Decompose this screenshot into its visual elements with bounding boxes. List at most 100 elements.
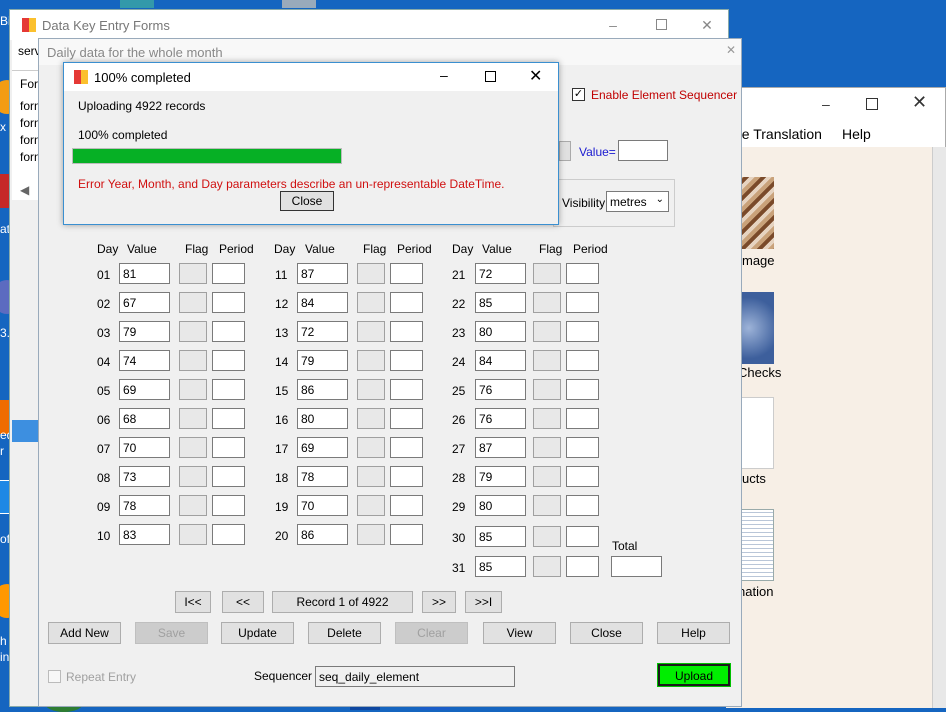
flag-input[interactable]	[179, 379, 207, 400]
period-input[interactable]	[212, 408, 245, 429]
add-new-button[interactable]: Add New	[48, 622, 121, 644]
flag-input[interactable]	[357, 524, 385, 545]
dialog-close-button[interactable]: Close	[280, 191, 334, 211]
value-input[interactable]: 80	[297, 408, 348, 429]
period-input[interactable]	[390, 292, 423, 313]
flag-input[interactable]	[357, 408, 385, 429]
value-input[interactable]: 70	[297, 495, 348, 516]
flag-input[interactable]	[179, 350, 207, 371]
period-input[interactable]	[566, 379, 599, 400]
value-input[interactable]: 79	[119, 321, 170, 342]
flag-input[interactable]	[179, 408, 207, 429]
value-input[interactable]: 85	[475, 526, 526, 547]
visibility-select[interactable]: metres ⌄	[606, 191, 669, 212]
minimize-icon[interactable]: –	[440, 67, 448, 83]
close-button[interactable]: Close	[570, 622, 643, 644]
value-input[interactable]: 68	[119, 408, 170, 429]
delete-button[interactable]: Delete	[308, 622, 381, 644]
period-input[interactable]	[212, 263, 245, 284]
flag-input[interactable]	[357, 495, 385, 516]
view-button[interactable]: View	[483, 622, 556, 644]
value-input[interactable]: 76	[475, 408, 526, 429]
minimize-icon[interactable]: –	[822, 96, 830, 112]
flag-input[interactable]	[533, 408, 561, 429]
last-record-button[interactable]: >>I	[465, 591, 502, 613]
hidden-field[interactable]	[559, 141, 571, 161]
value-input[interactable]: 70	[119, 437, 170, 458]
period-input[interactable]	[212, 524, 245, 545]
enable-sequencer-checkbox[interactable]: ✓	[572, 88, 585, 101]
total-input[interactable]	[611, 556, 662, 577]
value-input[interactable]: 84	[297, 292, 348, 313]
value-input[interactable]: 76	[475, 379, 526, 400]
minimize-icon[interactable]: –	[604, 16, 622, 34]
maximize-icon[interactable]	[485, 71, 496, 82]
flag-input[interactable]	[357, 263, 385, 284]
period-input[interactable]	[566, 495, 599, 516]
period-input[interactable]	[566, 350, 599, 371]
flag-input[interactable]	[533, 263, 561, 284]
scrollbar[interactable]	[932, 147, 946, 708]
value-input[interactable]: 74	[119, 350, 170, 371]
period-input[interactable]	[566, 408, 599, 429]
period-input[interactable]	[566, 437, 599, 458]
flag-input[interactable]	[533, 495, 561, 516]
value-input[interactable]: 85	[475, 292, 526, 313]
period-input[interactable]	[390, 524, 423, 545]
flag-input[interactable]	[357, 466, 385, 487]
products-icon[interactable]	[738, 397, 774, 469]
value-input[interactable]: 78	[119, 495, 170, 516]
flag-input[interactable]	[179, 524, 207, 545]
close-icon[interactable]: ✕	[698, 16, 716, 34]
value-input[interactable]: 83	[119, 524, 170, 545]
flag-input[interactable]	[533, 292, 561, 313]
period-input[interactable]	[566, 526, 599, 547]
flag-input[interactable]	[357, 379, 385, 400]
update-button[interactable]: Update	[221, 622, 294, 644]
period-input[interactable]	[390, 321, 423, 342]
flag-input[interactable]	[179, 437, 207, 458]
close-icon[interactable]: ✕	[529, 66, 542, 86]
period-input[interactable]	[212, 321, 245, 342]
value-input[interactable]: 86	[297, 524, 348, 545]
value-input[interactable]: 81	[119, 263, 170, 284]
period-input[interactable]	[566, 466, 599, 487]
menu-item-help[interactable]: Help	[842, 126, 871, 142]
period-input[interactable]	[566, 321, 599, 342]
period-input[interactable]	[566, 292, 599, 313]
help-button[interactable]: Help	[657, 622, 730, 644]
period-input[interactable]	[390, 350, 423, 371]
flag-input[interactable]	[179, 321, 207, 342]
checks-icon[interactable]	[738, 292, 774, 364]
repeat-entry-checkbox[interactable]	[48, 670, 61, 683]
upload-button[interactable]: Upload	[657, 663, 731, 687]
period-input[interactable]	[390, 408, 423, 429]
period-input[interactable]	[212, 292, 245, 313]
value-input[interactable]: 84	[475, 350, 526, 371]
previous-record-button[interactable]: <<	[222, 591, 264, 613]
flag-input[interactable]	[179, 495, 207, 516]
period-input[interactable]	[212, 350, 245, 371]
information-icon[interactable]	[738, 509, 774, 581]
flag-input[interactable]	[357, 321, 385, 342]
value-input[interactable]: 80	[475, 321, 526, 342]
desktop-app-icon[interactable]	[120, 0, 154, 8]
close-icon[interactable]: ✕	[912, 92, 927, 113]
flag-input[interactable]	[533, 350, 561, 371]
flag-input[interactable]	[533, 437, 561, 458]
value-input[interactable]: 87	[475, 437, 526, 458]
value-input[interactable]: 80	[475, 495, 526, 516]
flag-input[interactable]	[179, 292, 207, 313]
maximize-icon[interactable]	[866, 98, 878, 110]
flag-input[interactable]	[179, 466, 207, 487]
save-button[interactable]: Save	[135, 622, 208, 644]
period-input[interactable]	[390, 379, 423, 400]
value-input[interactable]: 85	[475, 556, 526, 577]
flag-input[interactable]	[533, 526, 561, 547]
flag-input[interactable]	[533, 556, 561, 577]
period-input[interactable]	[566, 556, 599, 577]
flag-input[interactable]	[533, 379, 561, 400]
value-input[interactable]: 79	[475, 466, 526, 487]
period-input[interactable]	[390, 437, 423, 458]
value-input[interactable]: 86	[297, 379, 348, 400]
